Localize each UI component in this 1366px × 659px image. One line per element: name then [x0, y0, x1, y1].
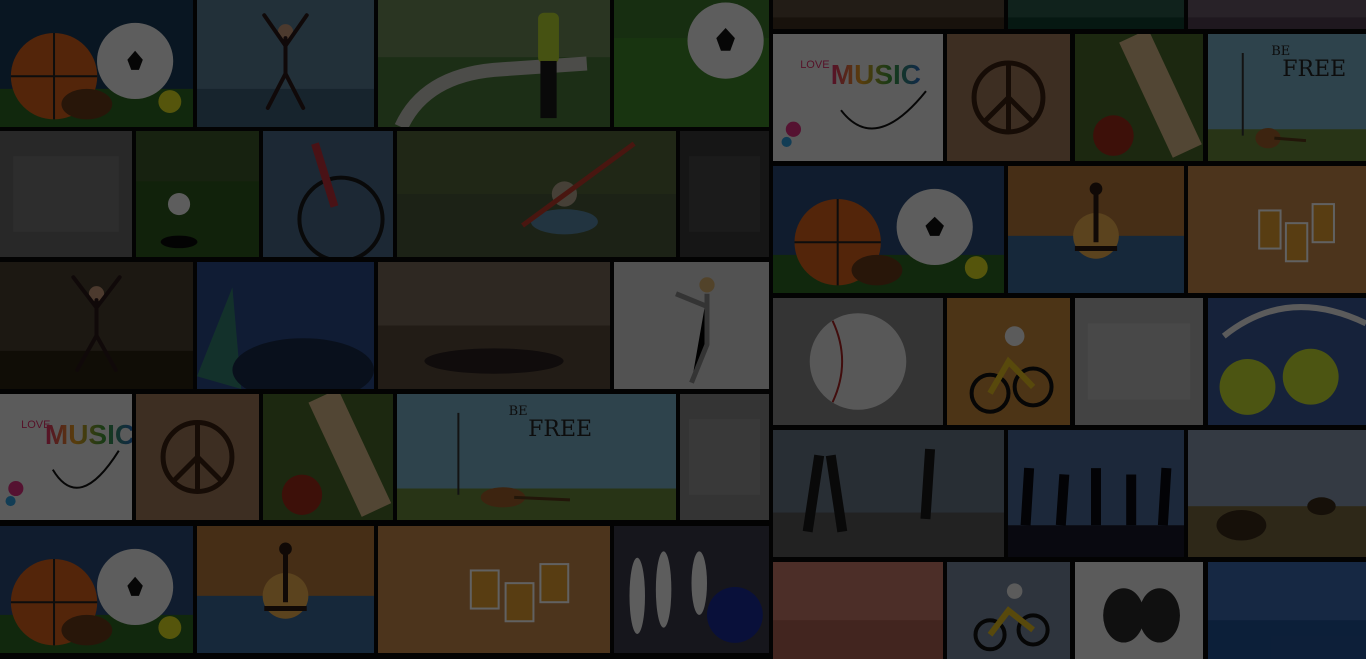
dim-overlay[interactable]	[0, 0, 1366, 659]
